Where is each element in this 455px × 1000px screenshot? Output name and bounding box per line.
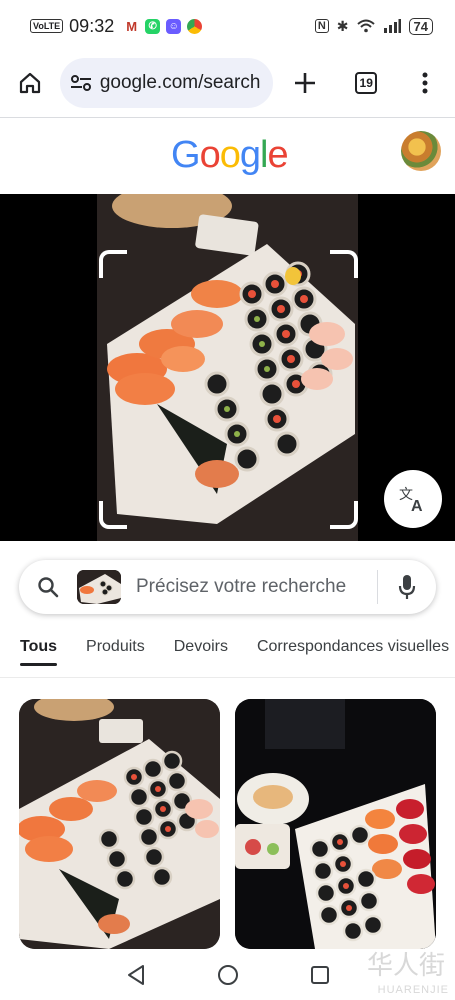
battery-indicator: 74 (408, 17, 433, 35)
signal-icon (383, 19, 401, 33)
wifi-icon (356, 19, 375, 33)
tabs-divider (0, 677, 455, 678)
crop-handle-top-right[interactable] (330, 250, 358, 278)
lens-image-viewer: 文 A (0, 194, 455, 541)
recents-icon[interactable] (310, 965, 330, 985)
volte-icon: VoLTE (30, 19, 64, 33)
mic-icon (398, 575, 416, 599)
tab-count: 19 (355, 72, 378, 94)
gmail-icon: M (126, 18, 138, 34)
new-tab-button[interactable] (273, 72, 337, 94)
google-header: Google (0, 118, 455, 194)
back-icon[interactable] (125, 964, 147, 986)
tab-switcher-button[interactable]: 19 (337, 72, 395, 94)
voice-search-button[interactable] (378, 574, 436, 600)
watermark-text: HUARENJIE (377, 984, 449, 996)
result-image-card[interactable] (235, 699, 436, 949)
home-nav-icon[interactable] (217, 964, 239, 986)
status-time: 09:32 (69, 15, 115, 36)
plus-icon (295, 73, 316, 93)
result-image-card[interactable] (19, 699, 220, 949)
source-image[interactable] (97, 194, 358, 541)
bot-app-icon: ☺ (166, 18, 182, 34)
menu-button[interactable] (395, 72, 455, 94)
crop-handle-bottom-right[interactable] (330, 501, 358, 529)
site-settings-icon[interactable] (70, 74, 92, 92)
svg-text:A: A (411, 498, 423, 513)
tab-correspondances-visuelles[interactable]: Correspondances visuelles (257, 628, 449, 668)
chrome-icon (187, 18, 203, 34)
account-avatar[interactable] (401, 131, 441, 171)
tab-devoirs[interactable]: Devoirs (174, 628, 228, 668)
crop-handle-bottom-left[interactable] (99, 501, 127, 529)
tab-produits[interactable]: Produits (86, 628, 145, 668)
search-icon[interactable] (19, 576, 77, 598)
translate-button[interactable]: 文 A (384, 470, 442, 528)
bluetooth-icon: ✱ (336, 17, 349, 34)
watermark-logo: 华人街 (366, 951, 445, 981)
more-vert-icon (422, 72, 428, 94)
address-bar[interactable]: google.com/search (59, 58, 274, 108)
translate-icon: 文 A (399, 487, 423, 513)
nfc-icon: N (314, 19, 329, 33)
status-bar: VoLTE 09:32 M ✆ ☺ N ✱ 74 (0, 0, 455, 52)
google-logo[interactable]: Google (171, 134, 289, 177)
results-tabs: Tous Produits Devoirs Correspondances vi… (0, 628, 455, 676)
home-button[interactable] (0, 71, 60, 95)
url-text: google.com/search (99, 72, 261, 93)
query-image-thumbnail[interactable] (77, 570, 121, 604)
refine-search-bar[interactable]: Précisez votre recherche (19, 560, 436, 614)
whatsapp-icon: ✆ (145, 18, 161, 34)
tab-tous[interactable]: Tous (20, 628, 58, 668)
browser-toolbar: google.com/search 19 (0, 56, 455, 110)
search-input[interactable]: Précisez votre recherche (136, 576, 377, 598)
home-icon (19, 72, 41, 94)
crop-handle-top-left[interactable] (99, 250, 127, 278)
